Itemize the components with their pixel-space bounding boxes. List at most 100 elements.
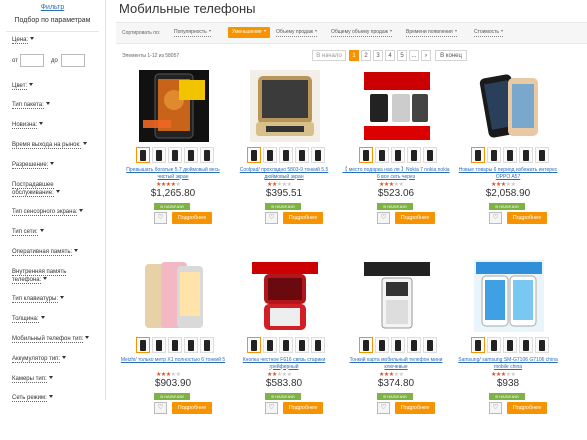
- product-image[interactable]: [250, 260, 320, 332]
- heart-icon[interactable]: ♡: [377, 402, 390, 414]
- details-button[interactable]: Подробнее: [283, 212, 323, 224]
- product-image[interactable]: [362, 260, 432, 332]
- product-thumbnail[interactable]: [471, 337, 485, 353]
- heart-icon[interactable]: ♡: [265, 402, 278, 414]
- product-thumbnail[interactable]: [519, 147, 533, 163]
- product-thumbnail[interactable]: [136, 147, 150, 163]
- details-button[interactable]: Подробнее: [507, 212, 547, 224]
- price-from-input[interactable]: [20, 54, 44, 67]
- product-thumbnail[interactable]: [487, 337, 501, 353]
- product-thumbnail[interactable]: [375, 147, 389, 163]
- product-thumbnail[interactable]: [263, 147, 277, 163]
- pager-page[interactable]: 1: [349, 50, 359, 61]
- product-thumbnail[interactable]: [375, 337, 389, 353]
- product-name[interactable]: Coolpad/ прохладно 5803-9 тонкий 5.5 дюй…: [230, 167, 338, 180]
- product-thumbnail[interactable]: [423, 147, 437, 163]
- heart-icon[interactable]: ♡: [265, 212, 278, 224]
- product-image[interactable]: [139, 70, 209, 142]
- product-thumbnail[interactable]: [487, 147, 501, 163]
- heart-icon[interactable]: ♡: [154, 402, 167, 414]
- filter-option[interactable]: Аккумулятор тип:: [0, 355, 92, 363]
- product-thumbnail[interactable]: [152, 337, 166, 353]
- product-thumbnail[interactable]: [136, 337, 150, 353]
- pager-next[interactable]: ›: [421, 50, 431, 61]
- product-thumbnail[interactable]: [247, 147, 261, 163]
- product-thumbnail[interactable]: [152, 147, 166, 163]
- product-thumbnail[interactable]: [263, 337, 277, 353]
- sort-price[interactable]: Стоимость: [474, 29, 504, 37]
- product-thumbnail[interactable]: [535, 147, 549, 163]
- product-name[interactable]: Meizhi/ только метр X1 полностью 6 тонки…: [119, 357, 227, 364]
- price-to-input[interactable]: [61, 54, 85, 67]
- product-thumbnail[interactable]: [295, 337, 309, 353]
- pager-first[interactable]: В начало: [312, 50, 346, 61]
- product-thumbnail[interactable]: [423, 337, 437, 353]
- details-button[interactable]: Подробнее: [395, 402, 435, 414]
- product-thumbnail[interactable]: [391, 337, 405, 353]
- filter-option[interactable]: Оперативная память:: [0, 248, 92, 256]
- filter-option[interactable]: Тип сенсорного экрана:: [0, 208, 92, 216]
- filter-option[interactable]: Разрешение:: [0, 161, 92, 169]
- sort-decrease[interactable]: Уменьшение: [228, 27, 270, 38]
- product-image[interactable]: [362, 70, 432, 142]
- product-thumbnail[interactable]: [168, 147, 182, 163]
- filter-option[interactable]: Тип сети:: [0, 228, 92, 236]
- filter-option[interactable]: Пострадавшее обслуживание:: [0, 181, 92, 197]
- product-image[interactable]: [474, 70, 544, 142]
- filter-option[interactable]: Новизна:: [0, 121, 92, 129]
- product-thumbnail[interactable]: [200, 337, 214, 353]
- product-image[interactable]: [474, 260, 544, 332]
- sort-total-sales[interactable]: Общему объему продаж: [331, 29, 392, 37]
- filter-option[interactable]: Толщина:: [0, 315, 92, 323]
- pager-page[interactable]: 3: [373, 50, 383, 61]
- pager-page[interactable]: 2: [361, 50, 371, 61]
- heart-icon[interactable]: ♡: [154, 212, 167, 224]
- product-thumbnail[interactable]: [184, 337, 198, 353]
- details-button[interactable]: Подробнее: [172, 402, 212, 414]
- product-thumbnail[interactable]: [359, 147, 373, 163]
- product-thumbnail[interactable]: [471, 147, 485, 163]
- details-button[interactable]: Подробнее: [172, 212, 212, 224]
- filter-option[interactable]: Время выхода на рынок:: [0, 141, 92, 149]
- product-name[interactable]: Новые товары 6 период избежать интерес O…: [454, 167, 562, 180]
- pager-last[interactable]: В конец: [435, 50, 467, 61]
- product-image[interactable]: [250, 70, 320, 142]
- filter-price[interactable]: Цена:: [0, 36, 35, 44]
- product-thumbnail[interactable]: [519, 337, 533, 353]
- product-thumbnail[interactable]: [503, 337, 517, 353]
- product-thumbnail[interactable]: [247, 337, 261, 353]
- details-button[interactable]: Подробнее: [283, 402, 323, 414]
- pager-page[interactable]: 5: [397, 50, 407, 61]
- product-name[interactable]: Samsung/ samsung SM-G7106 G7106 china mo…: [454, 357, 562, 370]
- product-thumbnail[interactable]: [535, 337, 549, 353]
- product-name[interactable]: Кнопка честное F616 связь старики грейфе…: [230, 357, 338, 370]
- filter-option[interactable]: Тип пакета:: [0, 101, 92, 109]
- details-button[interactable]: Подробнее: [507, 402, 547, 414]
- product-name[interactable]: 【 место подарка нао ля 】Nokia 7 nokia no…: [342, 167, 450, 180]
- product-thumbnail[interactable]: [391, 147, 405, 163]
- product-thumbnail[interactable]: [311, 147, 325, 163]
- product-thumbnail[interactable]: [295, 147, 309, 163]
- product-thumbnail[interactable]: [359, 337, 373, 353]
- sort-sales[interactable]: Объему продаж: [276, 29, 318, 37]
- filter-option[interactable]: Камеры тип:: [0, 375, 92, 383]
- product-thumbnail[interactable]: [168, 337, 182, 353]
- product-thumbnail[interactable]: [407, 337, 421, 353]
- product-thumbnail[interactable]: [503, 147, 517, 163]
- heart-icon[interactable]: ♡: [489, 402, 502, 414]
- filter-option[interactable]: Мобильный телефон тип:: [0, 335, 92, 343]
- details-button[interactable]: Подробнее: [395, 212, 435, 224]
- filter-link[interactable]: Фильтр: [0, 0, 105, 16]
- product-name[interactable]: Превышать богатые 5.7 дюймовый весь чист…: [119, 167, 227, 180]
- product-name[interactable]: Тонкий карта мобильный телефон мини ключ…: [342, 357, 450, 370]
- filter-option[interactable]: Внутренняя память телефона:: [0, 268, 92, 284]
- product-thumbnail[interactable]: [184, 147, 198, 163]
- filter-option[interactable]: Цвет:: [0, 82, 92, 90]
- product-thumbnail[interactable]: [279, 337, 293, 353]
- filter-option[interactable]: Тип клавиатуры:: [0, 295, 92, 303]
- product-image[interactable]: [139, 260, 209, 332]
- pager-page[interactable]: 4: [385, 50, 395, 61]
- heart-icon[interactable]: ♡: [489, 212, 502, 224]
- heart-icon[interactable]: ♡: [377, 212, 390, 224]
- product-thumbnail[interactable]: [407, 147, 421, 163]
